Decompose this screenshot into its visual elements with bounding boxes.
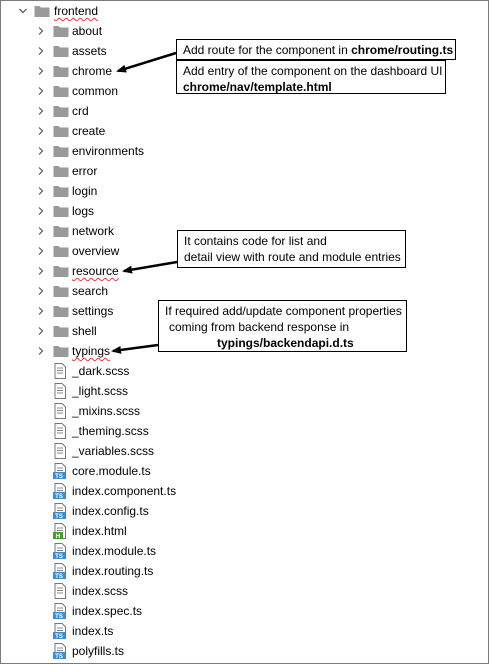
arrow-to-chrome [116,51,177,73]
arrow-to-resource [122,260,178,274]
arrow-to-typings [111,343,159,354]
callout-arrows [111,51,178,354]
